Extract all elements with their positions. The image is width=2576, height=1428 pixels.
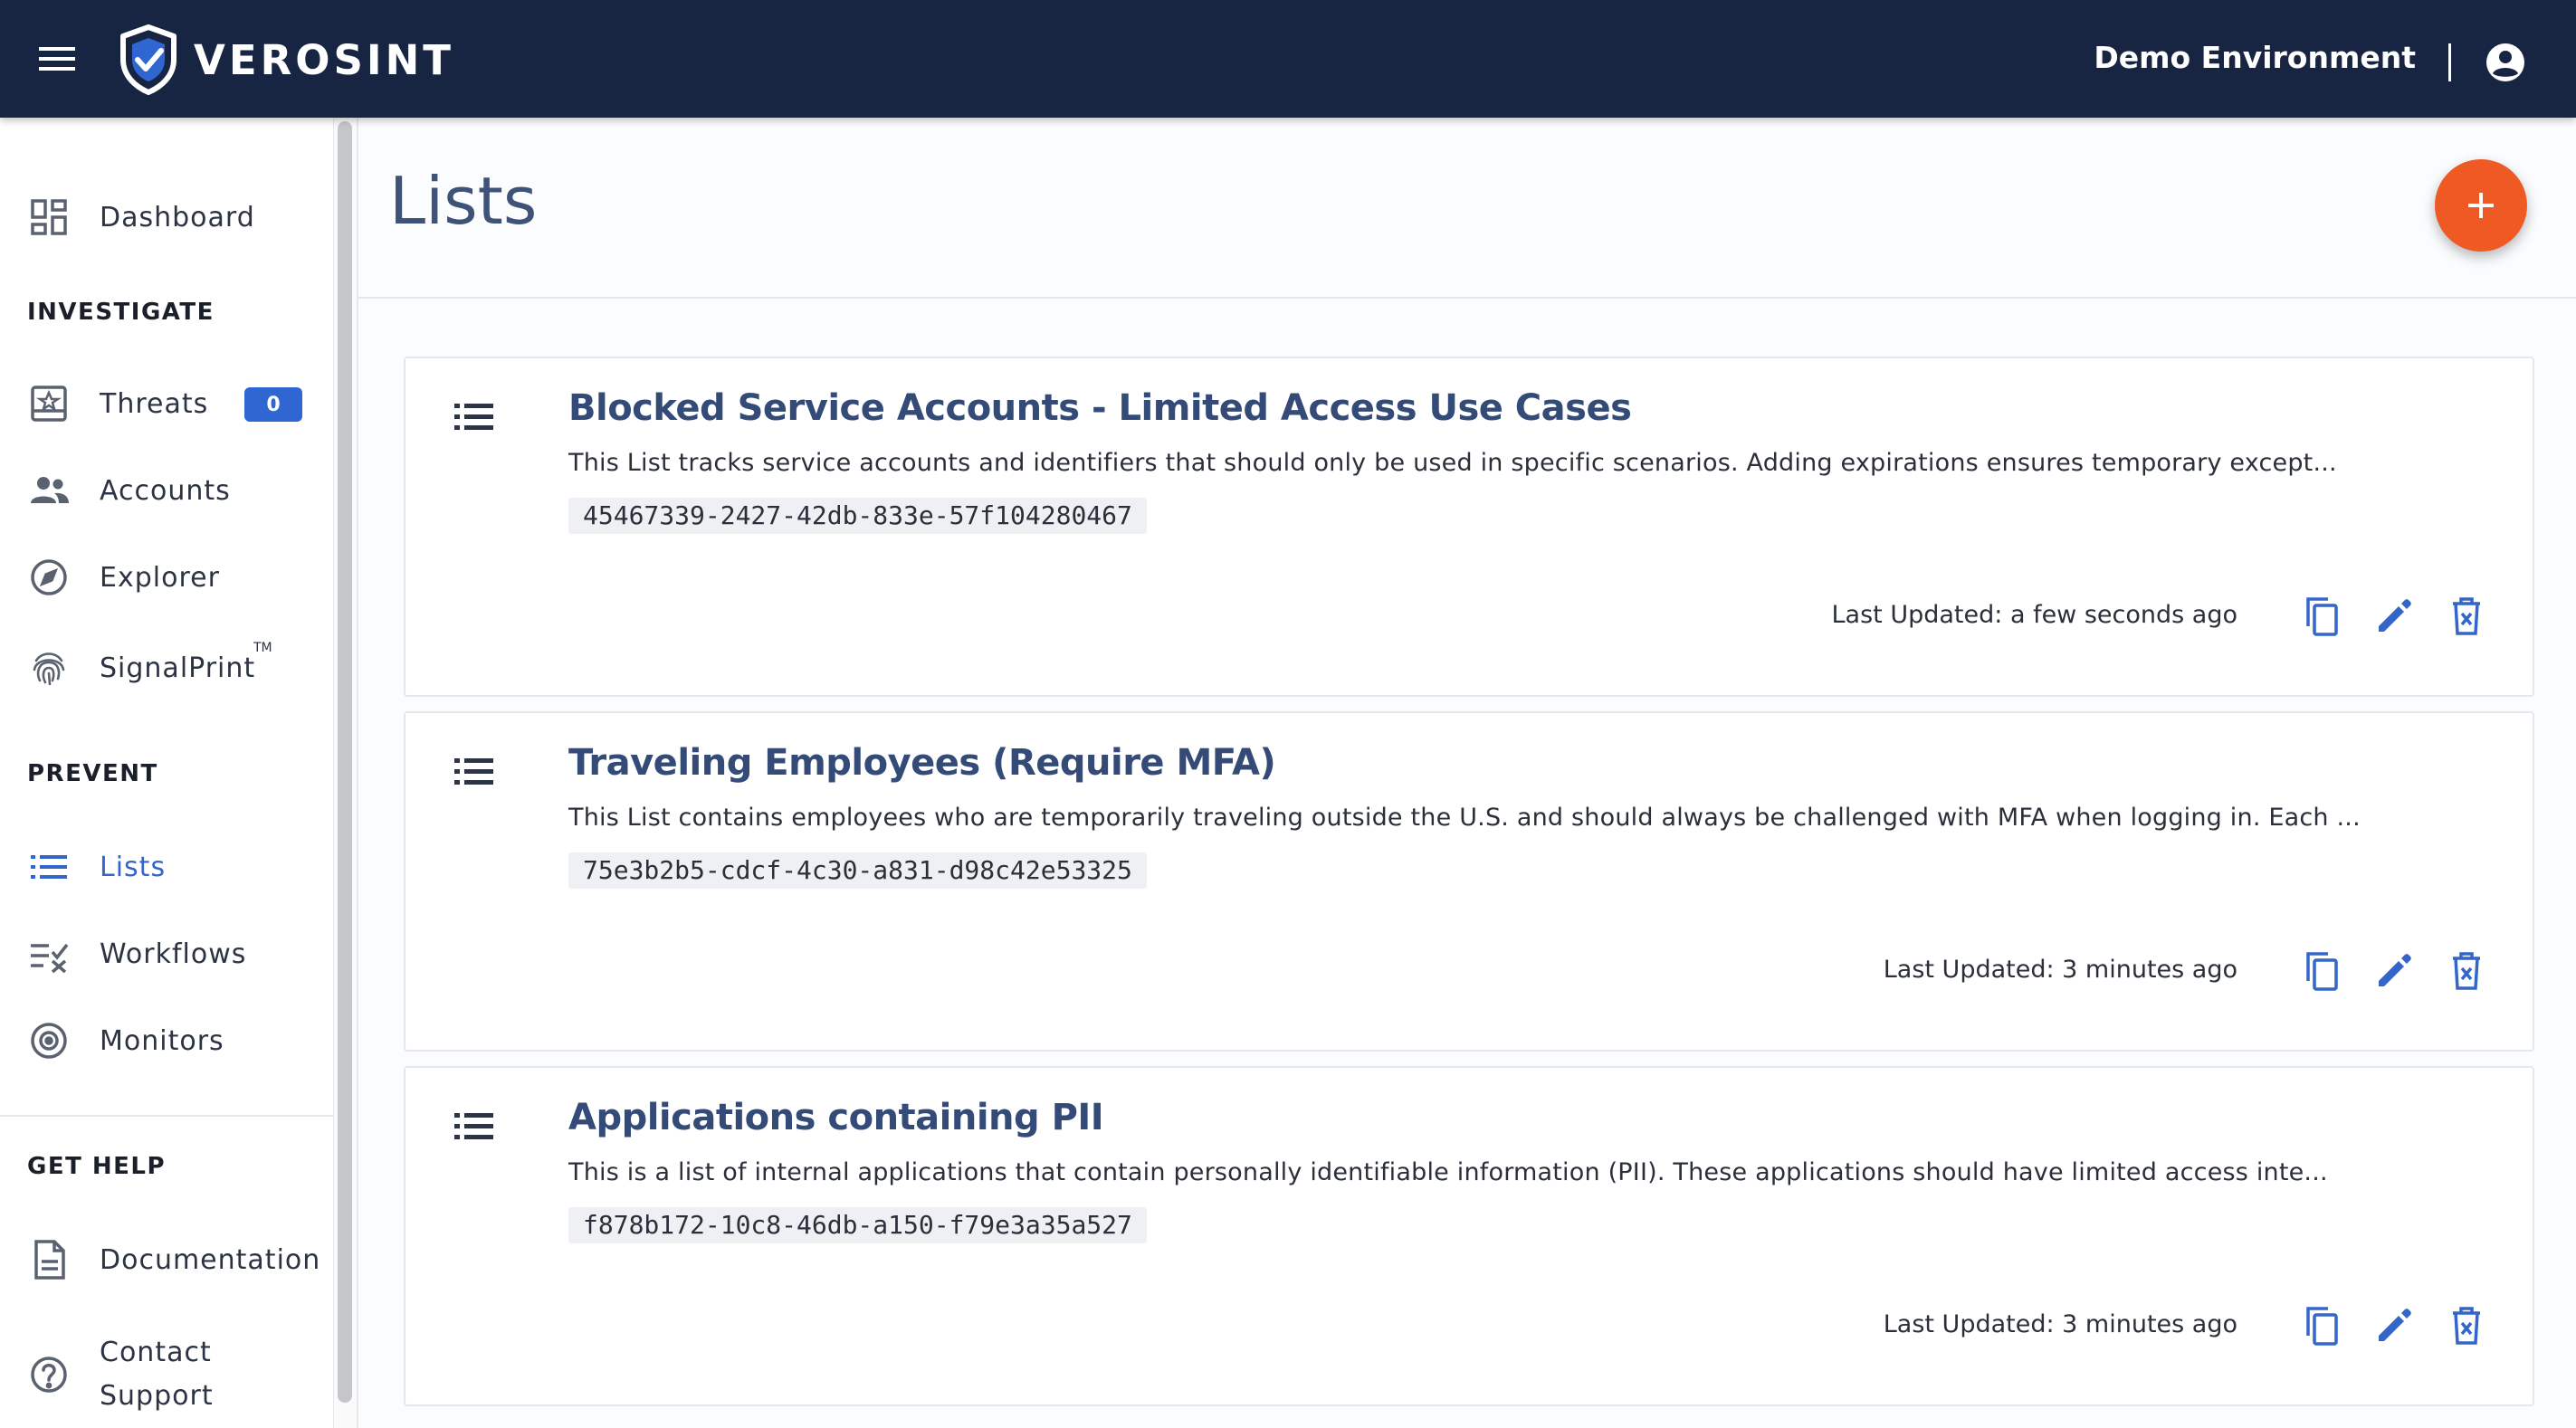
trademark-mark: TM (253, 641, 272, 655)
environment-selector[interactable]: Demo Environment (2094, 40, 2416, 75)
sidebar-item-explorer[interactable]: Explorer (0, 541, 333, 614)
monitor-target-icon (27, 1019, 71, 1062)
copy-icon[interactable] (2299, 594, 2344, 639)
contact-label-line-1: Contact (100, 1337, 212, 1368)
pencil-icon[interactable] (2371, 1303, 2417, 1348)
list-description: This List tracks service accounts and id… (568, 449, 2337, 477)
section-heading-prevent: PREVENT (27, 760, 158, 787)
document-icon (27, 1238, 71, 1281)
list-icon (451, 1102, 498, 1149)
list-id: f878b172-10c8-46db-a150-f79e3a35a527 (568, 1207, 1147, 1243)
sidebar-item-label: Documentation (100, 1243, 321, 1276)
section-heading-investigate: INVESTIGATE (27, 299, 215, 326)
sidebar-item-label: Monitors (100, 1024, 224, 1057)
sidebar-item-label: Lists (100, 851, 167, 883)
page-title: Lists (389, 163, 538, 239)
last-updated: Last Updated: a few seconds ago (1831, 601, 2237, 629)
sidebar-item-signalprint[interactable]: SignalPrint TM (0, 632, 333, 704)
sidebar-item-label: Explorer (100, 561, 220, 594)
brand-logo[interactable]: VEROSINT (116, 24, 454, 96)
plus-icon (2468, 193, 2494, 218)
sidebar-item-workflows[interactable]: Workflows (0, 918, 333, 990)
sidebar-item-label: Dashboard (100, 201, 255, 233)
sidebar-item-threats[interactable]: Threats 0 (0, 367, 333, 440)
sidebar-divider (0, 1115, 333, 1117)
sidebar-item-label: Contact Support (100, 1331, 214, 1418)
list-description: This List contains employees who are tem… (568, 804, 2361, 832)
brand-name: VEROSINT (194, 35, 454, 84)
list-title[interactable]: Applications containing PII (568, 1097, 1104, 1138)
help-circle-icon (27, 1353, 71, 1396)
sidebar-item-lists[interactable]: Lists (0, 831, 333, 903)
sidebar-item-monitors[interactable]: Monitors (0, 1004, 333, 1077)
accounts-icon (27, 469, 71, 512)
last-updated: Last Updated: 3 minutes ago (1883, 956, 2237, 984)
pencil-icon[interactable] (2371, 594, 2417, 639)
hamburger-icon[interactable] (33, 38, 81, 80)
list-title[interactable]: Traveling Employees (Require MFA) (568, 742, 1276, 784)
account-circle-icon[interactable] (2485, 42, 2526, 83)
copy-icon[interactable] (2299, 1303, 2344, 1348)
main-content: Lists Blocked Service Accounts - Limited… (358, 118, 2576, 1428)
list-icon (451, 393, 498, 440)
compass-icon (27, 556, 71, 599)
threats-icon (27, 382, 71, 425)
section-heading-get-help: GET HELP (27, 1153, 167, 1180)
shield-check-icon (120, 24, 177, 95)
trash-icon[interactable] (2444, 594, 2489, 639)
workflows-icon (27, 932, 71, 976)
sidebar-item-contact-support[interactable]: Contact Support (0, 1325, 333, 1424)
sidebar-scroll-thumb[interactable] (338, 121, 352, 1403)
list-title[interactable]: Blocked Service Accounts - Limited Acces… (568, 387, 1632, 429)
add-list-button[interactable] (2435, 159, 2527, 252)
sidebar-item-label: SignalPrint (100, 652, 256, 684)
list-icon (27, 845, 71, 889)
last-updated: Last Updated: 3 minutes ago (1883, 1310, 2237, 1338)
list-description: This is a list of internal applications … (568, 1158, 2328, 1186)
list-card[interactable]: Traveling Employees (Require MFA) This L… (404, 711, 2534, 1052)
pencil-icon[interactable] (2371, 948, 2417, 994)
sidebar-item-label: Accounts (100, 474, 231, 507)
dashboard-icon (27, 195, 71, 239)
list-icon (451, 747, 498, 795)
threat-count-badge: 0 (244, 387, 302, 422)
fingerprint-icon (27, 646, 71, 690)
list-id: 75e3b2b5-cdcf-4c30-a831-d98c42e53325 (568, 852, 1147, 889)
contact-label-line-2: Support (100, 1380, 214, 1412)
sidebar-item-accounts[interactable]: Accounts (0, 454, 333, 527)
list-id: 45467339-2427-42db-833e-57f104280467 (568, 498, 1147, 534)
sidebar-item-documentation[interactable]: Documentation (0, 1223, 333, 1296)
trash-icon[interactable] (2444, 948, 2489, 994)
app-window: VEROSINT Demo Environment Dashboard INVE… (0, 0, 2576, 1428)
list-card[interactable]: Applications containing PII This is a li… (404, 1066, 2534, 1406)
trash-icon[interactable] (2444, 1303, 2489, 1348)
list-card[interactable]: Blocked Service Accounts - Limited Acces… (404, 357, 2534, 697)
page-header: Lists (358, 118, 2576, 299)
top-bar: VEROSINT Demo Environment (0, 0, 2576, 118)
sidebar-item-label: Threats (100, 387, 209, 420)
sidebar-item-dashboard[interactable]: Dashboard (0, 181, 333, 253)
sidebar: Dashboard INVESTIGATE Threats 0 Accounts… (0, 118, 333, 1428)
copy-icon[interactable] (2299, 948, 2344, 994)
top-divider (2448, 43, 2451, 81)
sidebar-item-label: Workflows (100, 938, 247, 970)
